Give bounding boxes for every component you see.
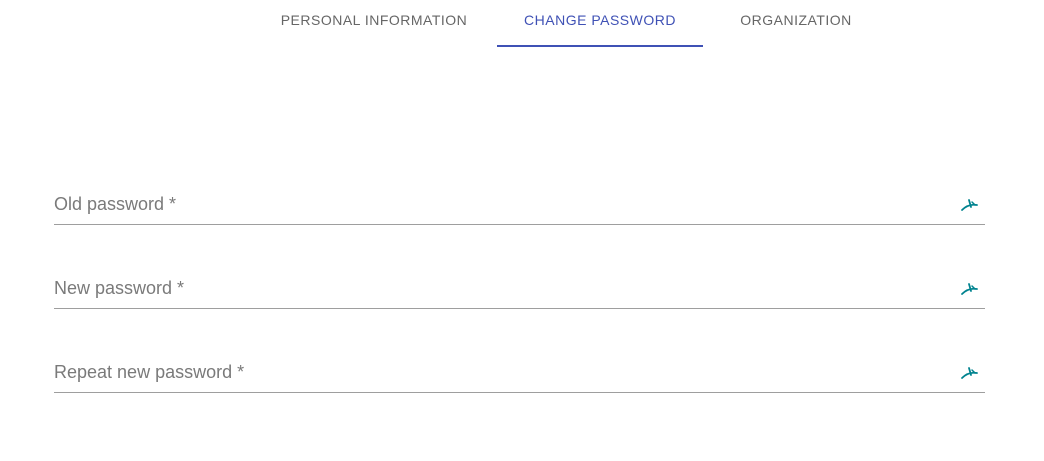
new-password-field [54,268,985,309]
tab-personal-information[interactable]: PERSONAL INFORMATION [262,0,486,48]
new-password-input[interactable] [54,268,934,308]
repeat-new-password-input[interactable] [54,352,934,392]
eye-off-icon[interactable] [959,362,981,384]
repeat-new-password-field [54,352,985,393]
eye-off-icon[interactable] [959,194,981,216]
tab-change-password[interactable]: CHANGE PASSWORD [497,0,703,48]
old-password-field [54,184,985,225]
tab-bar: PERSONAL INFORMATION CHANGE PASSWORD ORG… [0,0,1044,48]
active-tab-indicator [497,45,703,47]
eye-off-icon[interactable] [959,278,981,300]
old-password-input[interactable] [54,184,934,224]
tab-organization[interactable]: ORGANIZATION [703,0,889,48]
